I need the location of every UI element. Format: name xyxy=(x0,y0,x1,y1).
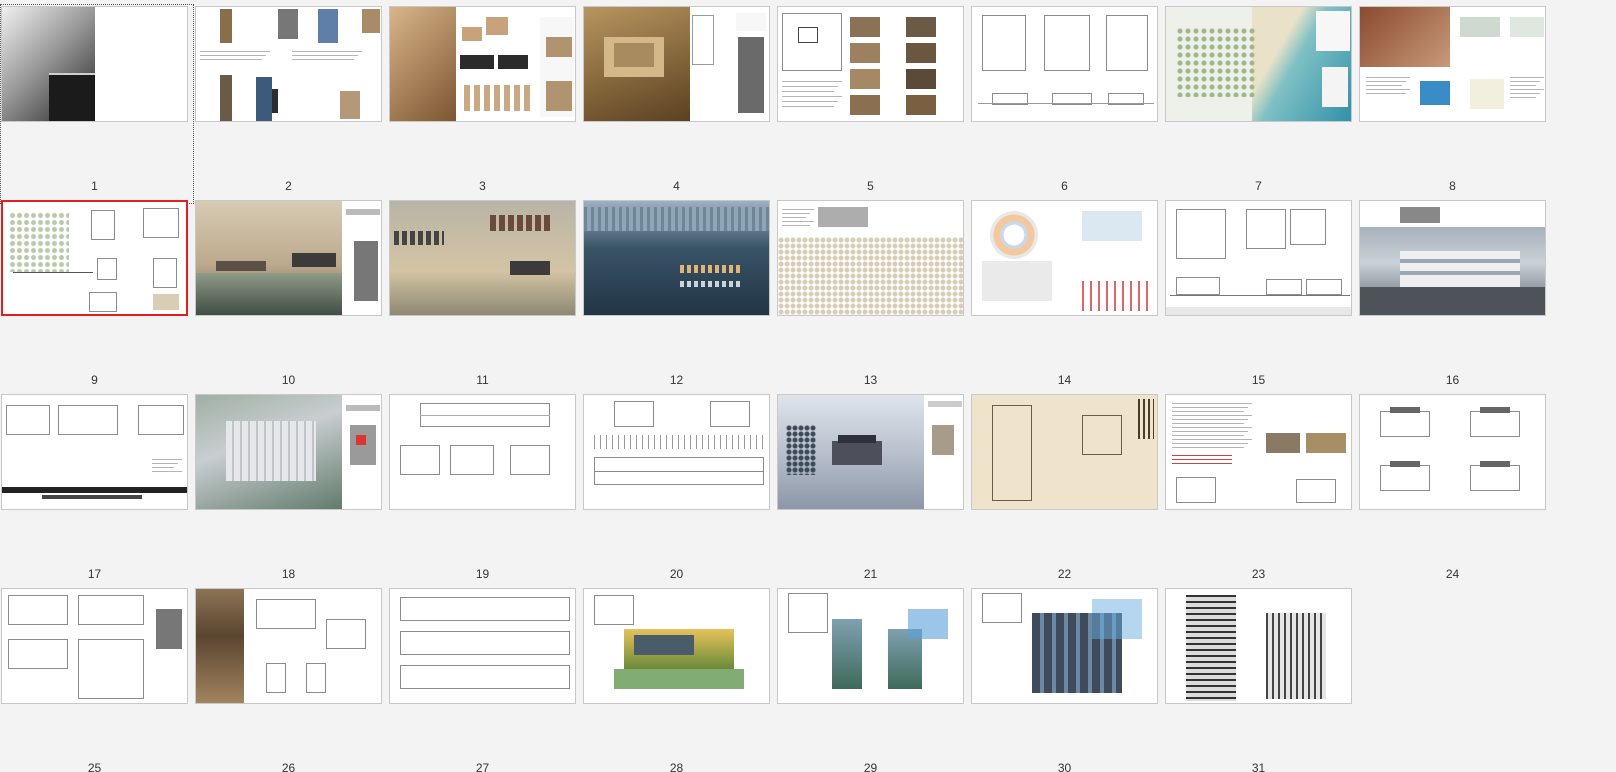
slide-number-label: 31 xyxy=(1251,761,1266,772)
slide-number-label: 16 xyxy=(1445,373,1460,387)
slide-number-label: 13 xyxy=(863,373,878,387)
slide-preview-image xyxy=(390,589,575,703)
slide-number-label: 3 xyxy=(479,179,486,193)
slide-number-label: 27 xyxy=(475,761,490,772)
slide-preview-image xyxy=(584,7,769,121)
slide-preview-image xyxy=(196,395,381,509)
slide-preview-image xyxy=(972,395,1157,509)
slide-number-label: 9 xyxy=(91,373,98,387)
slide-thumbnail[interactable] xyxy=(1165,6,1352,122)
slide-number-label: 22 xyxy=(1057,567,1072,581)
slide-thumbnail[interactable] xyxy=(1359,394,1546,510)
slide-number-label: 4 xyxy=(673,179,680,193)
slide-thumbnail[interactable] xyxy=(583,200,770,316)
slide-number-label: 21 xyxy=(863,567,878,581)
slide-preview-image xyxy=(1360,201,1545,315)
slide-number-label: 18 xyxy=(281,567,296,581)
slide-number-label: 11 xyxy=(476,373,489,387)
slide-number-label: 29 xyxy=(863,761,878,772)
slide-preview-image xyxy=(1166,7,1351,121)
slide-preview-image xyxy=(584,589,769,703)
slide-thumbnail[interactable] xyxy=(389,6,576,122)
slide-thumbnail[interactable] xyxy=(195,588,382,704)
slide-number-label: 25 xyxy=(87,761,102,772)
slide-preview-image xyxy=(778,589,963,703)
slide-number-label: 23 xyxy=(1251,567,1266,581)
slide-thumbnail[interactable] xyxy=(1,6,188,122)
slide-thumbnail[interactable] xyxy=(1,588,188,704)
slide-preview-image xyxy=(1166,395,1351,509)
slide-preview-image xyxy=(2,395,187,509)
slide-thumbnail[interactable] xyxy=(777,394,964,510)
slide-number-label: 24 xyxy=(1445,567,1460,581)
slide-sorter-view[interactable]: 1 2 3 4 5 6 7 8 9 10 11 12 13 14 15 16 17 18 19 20 21 22 23 24 2… xyxy=(0,0,1616,772)
slide-thumbnail[interactable] xyxy=(389,588,576,704)
slide-preview-image xyxy=(1166,589,1351,703)
slide-thumbnail[interactable] xyxy=(1359,200,1546,316)
slide-preview-image xyxy=(778,395,963,509)
slide-number-label: 28 xyxy=(669,761,684,772)
slide-number-label: 15 xyxy=(1251,373,1266,387)
slide-preview-image xyxy=(196,7,381,121)
slide-number-label: 12 xyxy=(669,373,684,387)
slide-number-label: 19 xyxy=(475,567,490,581)
slide-thumbnail[interactable] xyxy=(1359,6,1546,122)
slide-number-label: 1 xyxy=(91,179,98,193)
slide-thumbnail[interactable] xyxy=(389,394,576,510)
slide-thumbnail[interactable] xyxy=(1165,588,1352,704)
slide-number-label: 17 xyxy=(87,567,102,581)
slide-preview-image xyxy=(584,201,769,315)
slide-thumbnail[interactable] xyxy=(583,394,770,510)
slide-preview-image xyxy=(390,395,575,509)
slide-preview-image xyxy=(778,7,963,121)
slide-preview-image xyxy=(196,589,381,703)
slide-thumbnail[interactable] xyxy=(1165,394,1352,510)
slide-number-label: 20 xyxy=(669,567,684,581)
slide-thumbnail[interactable] xyxy=(195,200,382,316)
slide-thumbnail[interactable] xyxy=(777,200,964,316)
slide-preview-image xyxy=(2,7,187,121)
slide-preview-image xyxy=(390,201,575,315)
slide-thumbnail[interactable] xyxy=(195,394,382,510)
slide-preview-image xyxy=(972,201,1157,315)
slide-number-label: 30 xyxy=(1057,761,1072,772)
slide-preview-image xyxy=(1360,7,1545,121)
slide-preview-image xyxy=(778,201,963,315)
slide-thumbnail[interactable] xyxy=(1,200,188,316)
slide-number-label: 10 xyxy=(281,373,296,387)
slide-thumbnail[interactable] xyxy=(971,200,1158,316)
slide-number-label: 14 xyxy=(1057,373,1072,387)
slide-thumbnail[interactable] xyxy=(583,588,770,704)
slide-thumbnail[interactable] xyxy=(195,6,382,122)
slide-preview-image xyxy=(1166,201,1351,315)
slide-thumbnail[interactable] xyxy=(777,6,964,122)
slide-number-label: 8 xyxy=(1449,179,1456,193)
slide-thumbnail[interactable] xyxy=(583,6,770,122)
slide-number-label: 2 xyxy=(285,179,292,193)
slide-preview-image xyxy=(972,7,1157,121)
slide-preview-image xyxy=(2,589,187,703)
slide-preview-image xyxy=(3,202,186,314)
slide-number-label: 5 xyxy=(867,179,874,193)
slide-preview-image xyxy=(584,395,769,509)
slide-thumbnail[interactable] xyxy=(389,200,576,316)
slide-preview-image xyxy=(390,7,575,121)
slide-preview-image xyxy=(972,589,1157,703)
slide-thumbnail[interactable] xyxy=(1165,200,1352,316)
slide-number-label: 26 xyxy=(281,761,296,772)
slide-thumbnail[interactable] xyxy=(971,6,1158,122)
slide-number-label: 6 xyxy=(1061,179,1068,193)
slide-thumbnail[interactable] xyxy=(971,588,1158,704)
slide-thumbnail[interactable] xyxy=(777,588,964,704)
slide-thumbnail[interactable] xyxy=(1,394,188,510)
slide-number-label: 7 xyxy=(1255,179,1262,193)
slide-preview-image xyxy=(1360,395,1545,509)
slide-thumbnail[interactable] xyxy=(971,394,1158,510)
slide-preview-image xyxy=(196,201,381,315)
